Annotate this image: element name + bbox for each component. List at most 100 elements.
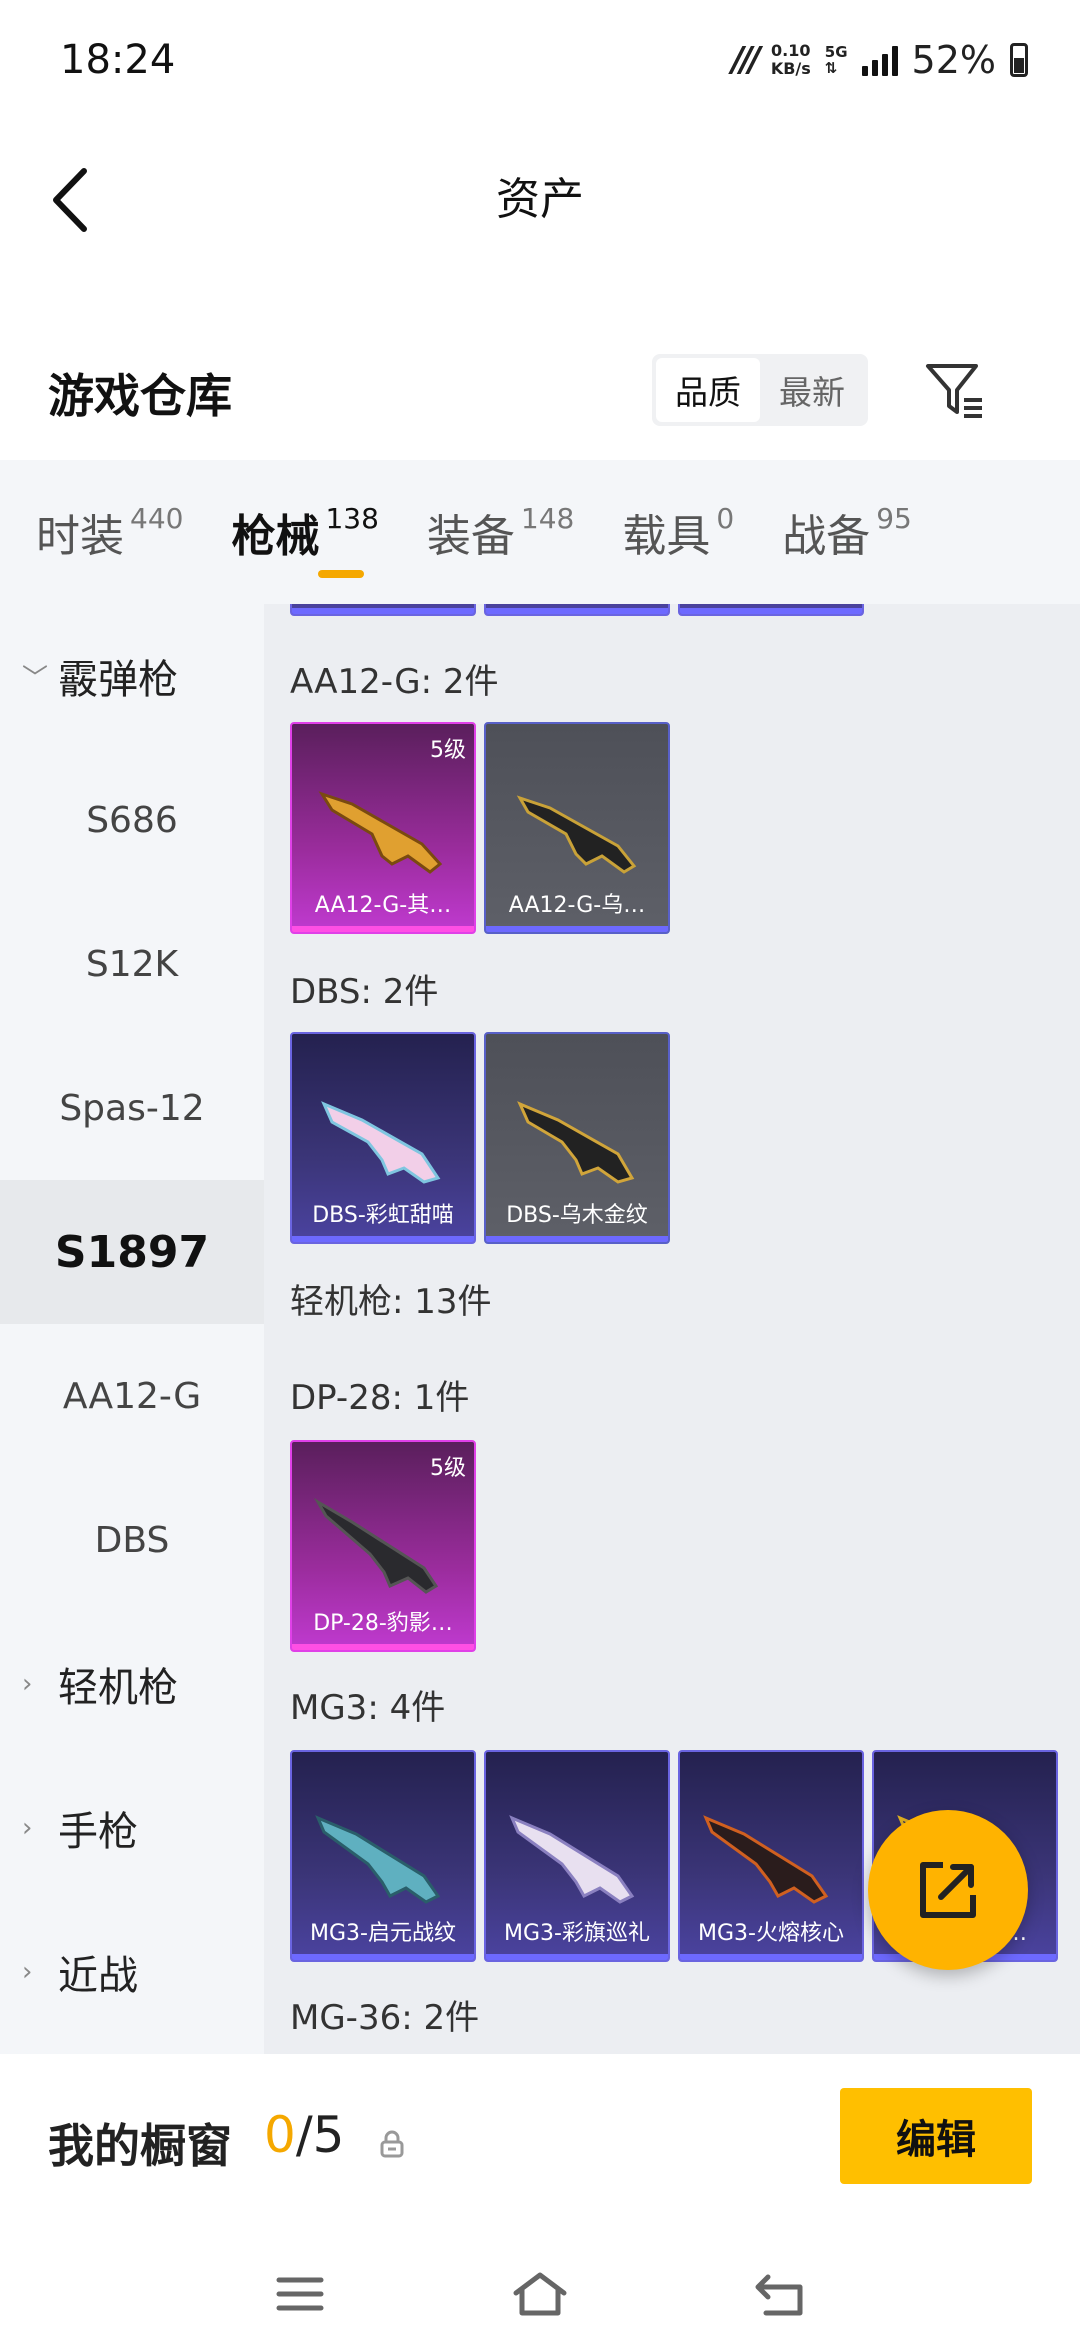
sort-newest-button[interactable]: 最新	[760, 358, 864, 422]
card-label: DBS-乌木金纹	[506, 1203, 648, 1228]
card-label: AA12-G-乌…	[508, 893, 646, 918]
tab-label: 枪械	[231, 511, 320, 562]
sidebar-item-s12k[interactable]: S12K	[0, 892, 264, 1036]
section-title: MG-36: 2件	[290, 1998, 480, 2038]
system-nav-bar	[0, 2234, 1080, 2344]
share-icon	[920, 1862, 976, 1918]
network-speed-value: 0.10	[771, 41, 811, 60]
battery-icon	[1010, 43, 1028, 77]
sidebar-item-spas12[interactable]: Spas-12	[0, 1036, 264, 1180]
sort-toggle: 品质 最新	[652, 354, 868, 426]
weapon-card[interactable]: DBS-彩虹甜喵	[290, 1032, 476, 1244]
nav-home-button[interactable]	[500, 2264, 580, 2324]
weapon-card[interactable]: AA12-G-乌…	[484, 722, 670, 934]
sidebar-group-lmg[interactable]: › 轻机枪	[0, 1612, 264, 1756]
weapon-card[interactable]	[678, 604, 864, 616]
tab-label: 装备	[426, 511, 515, 562]
machine-gun-icon	[703, 1815, 829, 1904]
warehouse-row: 游戏仓库 品质 最新	[0, 330, 1080, 450]
menu-icon	[276, 2277, 324, 2311]
status-indicators: /// 0.10 KB/s 5G ⇅ 52%	[732, 38, 1028, 82]
shotgun-icon	[517, 1101, 635, 1184]
tab-equipment[interactable]: 装备 148	[391, 460, 586, 604]
filter-icon	[926, 364, 982, 418]
share-fab-button[interactable]	[868, 1810, 1028, 1970]
weapon-card[interactable]: 5级 DP-28-豹影…	[290, 1440, 476, 1652]
tab-label: 载具	[622, 511, 711, 562]
tab-count: 138	[325, 501, 379, 535]
filter-button[interactable]	[920, 350, 990, 430]
card-label: MG3-火熔核心	[698, 1921, 844, 1946]
card-label: MG3-彩旗巡礼	[504, 1921, 650, 1946]
weapon-card[interactable]: DBS-乌木金纹	[484, 1032, 670, 1244]
card-level: 5级	[430, 738, 466, 763]
section-title: DP-28: 1件	[290, 1378, 470, 1418]
sidebar-item-aa12g[interactable]: AA12-G	[0, 1324, 264, 1468]
chevron-right-icon: ›	[22, 1957, 33, 1987]
tab-gear[interactable]: 战备 95	[746, 460, 924, 604]
sidebar-item-s1897[interactable]: S1897	[0, 1180, 264, 1324]
section-title: MG3: 4件	[290, 1688, 446, 1728]
tab-count: 95	[876, 501, 912, 535]
section-title: 轻机枪: 13件	[290, 1282, 492, 1322]
network-speed-unit: KB/s	[770, 59, 811, 78]
warehouse-title: 游戏仓库	[48, 369, 232, 423]
sidebar-item-dbs[interactable]: DBS	[0, 1468, 264, 1612]
tab-fashion[interactable]: 时装 440	[0, 460, 195, 604]
sidebar-group-label: 手枪	[58, 1809, 138, 1855]
sidebar-group-label: 霰弹枪	[58, 657, 178, 703]
status-time: 18:24	[60, 37, 176, 83]
showcase-count: 0/5	[264, 2106, 344, 2164]
nav-back-button[interactable]	[740, 2264, 820, 2324]
active-tab-indicator	[318, 570, 364, 578]
sidebar-group-melee[interactable]: › 近战	[0, 1900, 264, 2044]
network-type-label: 5G	[824, 43, 848, 61]
edit-button[interactable]: 编辑	[840, 2088, 1032, 2184]
chevron-right-icon: ›	[22, 1813, 33, 1843]
nav-menu-button[interactable]	[260, 2264, 340, 2324]
card-label: AA12-G-其…	[314, 893, 452, 918]
carrier-logo-icon: ///	[731, 40, 761, 80]
tab-guns[interactable]: 枪械 138	[195, 460, 390, 604]
machine-gun-icon	[509, 1815, 635, 1904]
category-tabs: 时装 440 枪械 138 装备 148 载具 0 战备 95	[0, 460, 1080, 604]
tab-label: 时装	[36, 511, 124, 562]
weapon-card[interactable]: 5级 AA12-G-其…	[290, 722, 476, 934]
tab-label: 战备	[782, 511, 871, 562]
shotgun-icon	[321, 1101, 441, 1184]
machine-gun-icon	[313, 1497, 439, 1594]
sidebar-item-s686[interactable]: S686	[0, 748, 264, 892]
shotgun-icon	[318, 791, 443, 874]
weapon-card[interactable]: MG3-启元战纹	[290, 1750, 476, 1962]
battery-percent: 52%	[911, 38, 996, 82]
sidebar-group-label: 近战	[58, 1953, 138, 1999]
sidebar-group-label: 轻机枪	[58, 1665, 178, 1711]
card-level: 5级	[430, 1456, 466, 1481]
tab-vehicles[interactable]: 载具 0	[586, 460, 746, 604]
card-label: DP-28-豹影…	[313, 1611, 453, 1636]
sort-quality-button[interactable]: 品质	[656, 358, 760, 422]
page-header: 资产	[0, 120, 1080, 280]
showcase-current: 0	[264, 2106, 296, 2164]
network-speed: 0.10 KB/s	[771, 42, 811, 78]
sidebar-group-pistol[interactable]: › 手枪	[0, 1756, 264, 1900]
page-title: 资产	[496, 174, 584, 225]
sidebar-group-shotgun[interactable]: ﹀ 霰弹枪	[0, 604, 264, 748]
tab-count: 0	[716, 501, 735, 535]
machine-gun-icon	[315, 1815, 441, 1904]
chevron-right-icon: ›	[22, 1669, 33, 1699]
shotgun-icon	[516, 795, 637, 874]
showcase-label: 我的橱窗	[48, 2119, 232, 2173]
data-arrows-icon: ⇅	[824, 59, 838, 77]
showcase-bar: 我的橱窗 0/5 编辑	[0, 2054, 1080, 2234]
weapon-card[interactable]	[484, 604, 670, 616]
card-label: MG3-启元战纹	[310, 1921, 456, 1946]
chevron-down-icon: ﹀	[22, 663, 49, 694]
home-icon	[513, 2272, 567, 2316]
weapon-sidebar: ﹀ 霰弹枪 S686 S12K Spas-12 S1897 AA12-G DBS…	[0, 604, 264, 2054]
weapon-card[interactable]: MG3-彩旗巡礼	[484, 1750, 670, 1962]
section-title: DBS: 2件	[290, 972, 439, 1012]
section-title: AA12-G: 2件	[290, 662, 499, 702]
weapon-card[interactable]: MG3-火熔核心	[678, 1750, 864, 1962]
weapon-card[interactable]	[290, 604, 476, 616]
